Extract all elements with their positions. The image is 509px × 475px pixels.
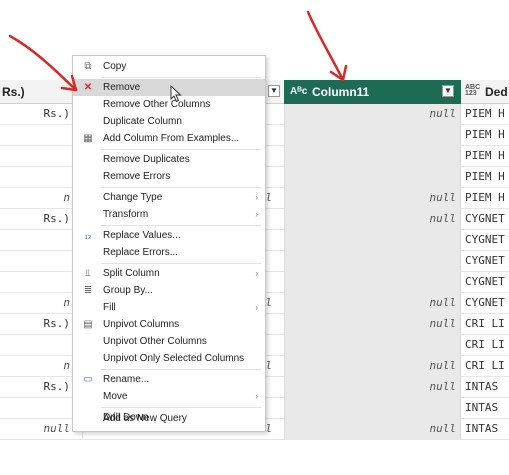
red-arrow-icon: [306, 10, 348, 82]
annotation-arrows: [8, 10, 348, 92]
red-arrow-icon: [8, 34, 78, 92]
